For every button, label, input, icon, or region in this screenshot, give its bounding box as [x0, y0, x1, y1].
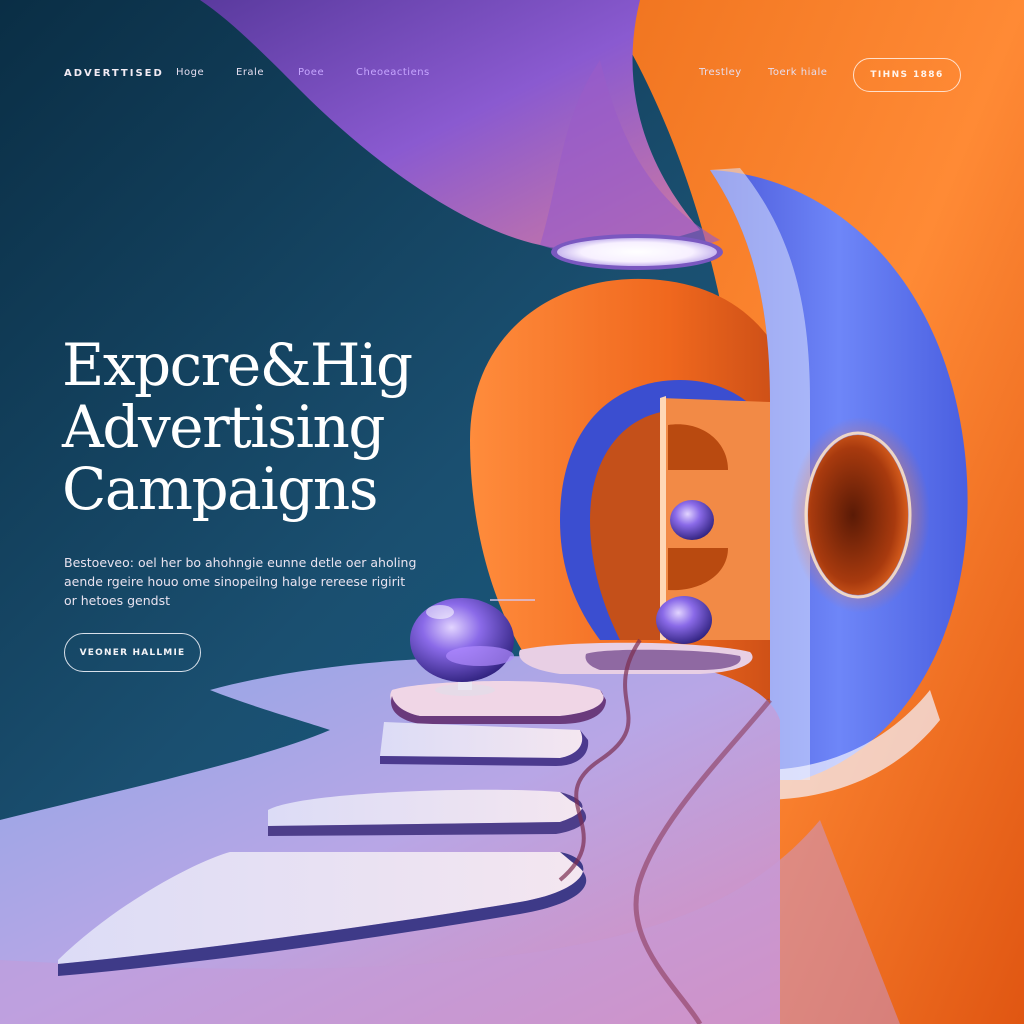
hero-cta-button[interactable]: VEONER HALLMIE	[64, 633, 201, 672]
nav-link-cheoeactiens[interactable]: Cheoeactiens	[356, 67, 430, 78]
hero-title-line-2: Advertising	[62, 393, 385, 461]
hero-title-line-1: Expcre&Hig	[62, 331, 413, 399]
nav-link-trestley[interactable]: Trestley	[699, 67, 742, 78]
hero-description: Bestoeveo: oel her bo ahohngie eunne det…	[64, 553, 444, 610]
hero-title: Expcre&Hig Advertising Campaigns	[62, 334, 482, 520]
nav-cta-button[interactable]: TIHNS 1886	[853, 58, 961, 92]
hero-description-line-1: Bestoeveo: oel her bo ahohngie eunne det…	[64, 555, 417, 570]
top-navigation: ADVERTTISED Hoge Erale Poee Cheoeactiens…	[0, 0, 1024, 150]
nav-link-erale[interactable]: Erale	[236, 67, 264, 78]
nav-link-poee[interactable]: Poee	[298, 67, 324, 78]
hero-title-line-3: Campaigns	[62, 455, 378, 523]
hero-description-line-3: or hetoes gendst	[64, 593, 170, 608]
nav-link-home[interactable]: Hoge	[176, 67, 204, 78]
hero-description-line-2: aende rgeire houo ome sinopeilng halge r…	[64, 574, 406, 589]
nav-link-toerk-hiale[interactable]: Toerk hiale	[768, 67, 827, 78]
brand-logo[interactable]: ADVERTTISED	[64, 68, 164, 79]
